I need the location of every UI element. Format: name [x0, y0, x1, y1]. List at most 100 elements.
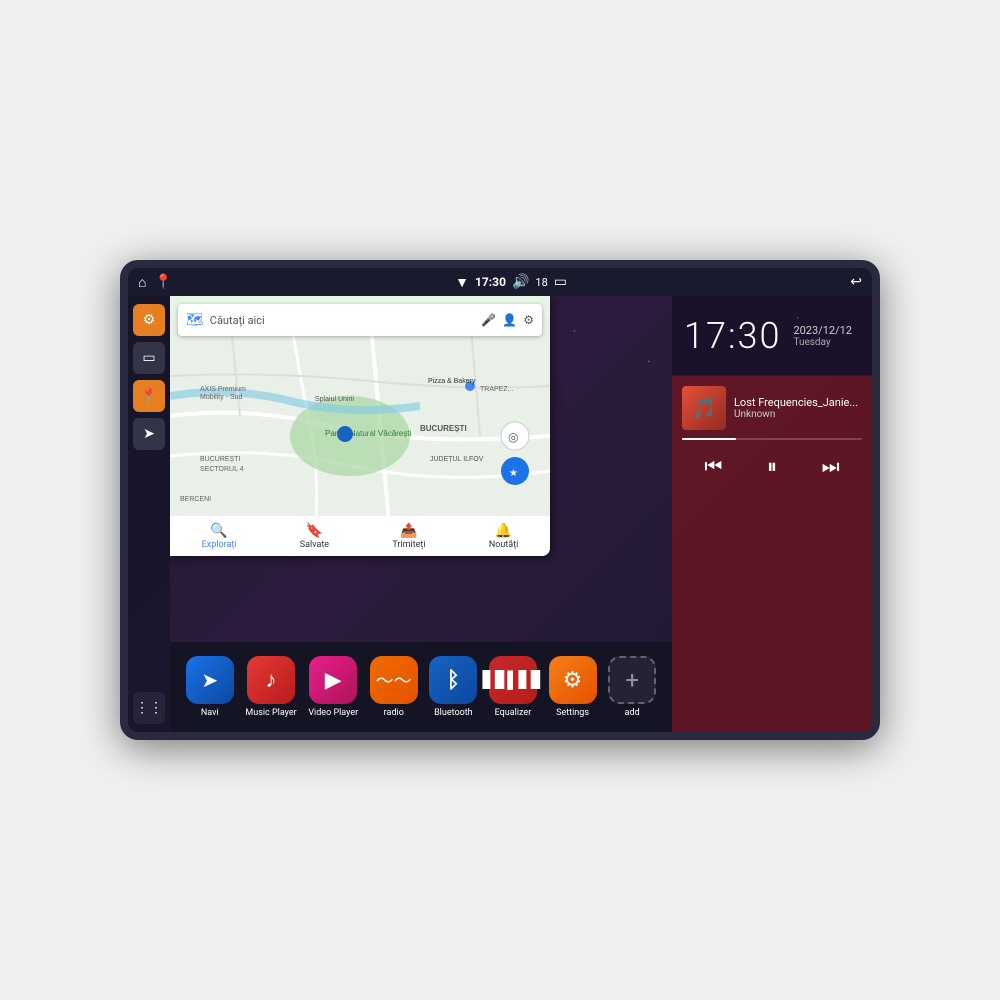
video-player-label: Video Player	[308, 708, 358, 718]
mic-icon[interactable]: 🎤	[481, 313, 496, 327]
main-content: ⚙ ▭ 📍 ➤ ⋮⋮	[128, 296, 872, 732]
map-tab-explore-label: Explorați	[202, 540, 237, 550]
arrow-icon: ➤	[143, 426, 155, 442]
navi-label: Navi	[201, 708, 219, 718]
music-track-info: 🎵 Lost Frequencies_Janie... Unknown	[682, 386, 862, 430]
play-icon: ▶	[325, 668, 342, 693]
sidebar-item-navigate[interactable]: ➤	[133, 418, 165, 450]
album-crowd-icon: 🎵	[692, 396, 717, 420]
back-icon[interactable]: ↩	[850, 274, 862, 290]
app-add[interactable]: + add	[608, 656, 656, 718]
files-icon: ▭	[142, 350, 155, 366]
app-dock: ➤ Navi ♪ Music Player ▶ Video Player	[170, 642, 672, 732]
svg-text:JUDEȚUL ILFOV: JUDEȚUL ILFOV	[430, 456, 484, 463]
sidebar-item-files[interactable]: ▭	[133, 342, 165, 374]
equalizer-label: Equalizer	[495, 708, 532, 718]
music-icon-bg: ♪	[247, 656, 295, 704]
app-radio[interactable]: 〜〜 radio	[370, 656, 418, 718]
map-tab-news-label: Noutăți	[489, 540, 519, 550]
saved-icon: 🔖	[306, 523, 323, 539]
battery-level: 18	[535, 276, 547, 289]
map-container: BUCUREȘTI SECTORUL 4 BUCUREȘTI JUDEȚUL I…	[170, 296, 550, 556]
right-panel: 17:30 2023/12/12 Tuesday 🎵 Lost Frequenc…	[672, 296, 872, 732]
svg-text:Pizza & Bakery: Pizza & Bakery	[428, 378, 476, 385]
app-settings[interactable]: ⚙ Settings	[549, 656, 597, 718]
clock-date-area: 2023/12/12 Tuesday	[793, 324, 852, 348]
radio-wave-icon: 〜〜	[376, 667, 412, 693]
album-art-inner: 🎵	[682, 386, 726, 430]
settings-gear-icon: ⚙	[563, 668, 583, 693]
clock-time: 17:30	[684, 315, 781, 357]
map-tab-saved-label: Salvate	[300, 540, 329, 550]
map-tab-share-label: Trimiteți	[392, 540, 425, 550]
status-time: 17:30	[475, 275, 506, 289]
app-video-player[interactable]: ▶ Video Player	[308, 656, 358, 718]
album-art: 🎵	[682, 386, 726, 430]
progress-fill	[682, 438, 736, 440]
sidebar-item-settings[interactable]: ⚙	[133, 304, 165, 336]
radio-label: radio	[384, 708, 404, 718]
app-equalizer[interactable]: ▋▊▌▋▊ Equalizer	[489, 656, 537, 718]
svg-text:BUCUREȘTI: BUCUREȘTI	[420, 424, 467, 433]
equalizer-icon-bg: ▋▊▌▋▊	[489, 656, 537, 704]
status-left: ⌂ 📍	[138, 274, 172, 291]
app-navi[interactable]: ➤ Navi	[186, 656, 234, 718]
svg-text:★: ★	[509, 468, 518, 479]
explore-icon: 🔍	[210, 523, 227, 539]
google-maps-icon: 🗺	[186, 312, 204, 328]
map-tab-explore[interactable]: 🔍 Explorați	[202, 523, 237, 550]
sidebar: ⚙ ▭ 📍 ➤ ⋮⋮	[128, 296, 170, 732]
svg-text:Mobility - Sud: Mobility - Sud	[200, 394, 243, 401]
video-icon-bg: ▶	[309, 656, 357, 704]
plus-icon: +	[625, 666, 639, 694]
svg-text:AXIS Premium: AXIS Premium	[200, 386, 246, 393]
map-search-bar[interactable]: 🗺 Căutați aici 🎤 👤 ⚙	[178, 304, 542, 336]
svg-text:TRAPEZ...: TRAPEZ...	[480, 386, 514, 393]
status-center: ▼ 17:30 🔊 18 ▭	[455, 274, 567, 291]
sidebar-grid-button[interactable]: ⋮⋮	[133, 692, 165, 724]
map-widget[interactable]: BUCUREȘTI SECTORUL 4 BUCUREȘTI JUDEȚUL I…	[170, 296, 550, 556]
track-name: Lost Frequencies_Janie...	[734, 396, 862, 409]
radio-icon-bg: 〜〜	[370, 656, 418, 704]
progress-bar[interactable]	[682, 438, 862, 440]
track-artist: Unknown	[734, 409, 862, 420]
svg-text:SECTORUL 4: SECTORUL 4	[200, 466, 244, 473]
navi-icon: ➤	[201, 668, 218, 692]
bluetooth-icon: ᛒ	[447, 668, 460, 693]
search-placeholder-text: Căutați aici	[210, 314, 476, 327]
profile-icon[interactable]: 👤	[502, 313, 517, 327]
share-icon: 📤	[400, 523, 417, 539]
grid-icon: ⋮⋮	[135, 700, 163, 716]
app-music-player[interactable]: ♪ Music Player	[245, 656, 296, 718]
app-bluetooth[interactable]: ᛒ Bluetooth	[429, 656, 477, 718]
music-widget: 🎵 Lost Frequencies_Janie... Unknown ⏮ ⏸ …	[672, 376, 872, 732]
device-frame: ⌂ 📍 ▼ 17:30 🔊 18 ▭ ↩ ⚙ ▭ 📍 ➤	[120, 260, 880, 740]
map-bottom-bar: 🔍 Explorați 🔖 Salvate 📤 Trimiteți �	[170, 516, 550, 556]
clock-date: 2023/12/12	[793, 324, 852, 337]
home-icon[interactable]: ⌂	[138, 274, 146, 291]
svg-text:◎: ◎	[508, 430, 518, 444]
battery-icon: ▭	[554, 274, 567, 290]
svg-text:Splaiul Unirii: Splaiul Unirii	[315, 396, 354, 403]
clock-widget: 17:30 2023/12/12 Tuesday	[672, 296, 872, 376]
wifi-icon: ▼	[455, 274, 469, 291]
volume-icon: 🔊	[512, 274, 529, 290]
settings-small-icon[interactable]: ⚙	[523, 313, 534, 327]
music-note-icon: ♪	[266, 667, 277, 693]
bluetooth-label: Bluetooth	[434, 708, 473, 718]
track-details: Lost Frequencies_Janie... Unknown	[734, 396, 862, 420]
map-tab-news[interactable]: 🔔 Noutăți	[489, 523, 519, 550]
gear-icon: ⚙	[143, 312, 156, 328]
map-tab-saved[interactable]: 🔖 Salvate	[300, 523, 329, 550]
pin-icon: 📍	[140, 388, 157, 404]
next-button[interactable]: ⏭	[814, 450, 848, 482]
pause-button[interactable]: ⏸	[759, 450, 785, 482]
add-icon-bg: +	[608, 656, 656, 704]
news-icon: 🔔	[495, 523, 512, 539]
navi-icon-bg: ➤	[186, 656, 234, 704]
prev-button[interactable]: ⏮	[696, 450, 730, 482]
map-tab-share[interactable]: 📤 Trimiteți	[392, 523, 425, 550]
maps-status-icon[interactable]: 📍	[154, 274, 171, 290]
sidebar-item-maps[interactable]: 📍	[133, 380, 165, 412]
status-bar: ⌂ 📍 ▼ 17:30 🔊 18 ▭ ↩	[128, 268, 872, 296]
